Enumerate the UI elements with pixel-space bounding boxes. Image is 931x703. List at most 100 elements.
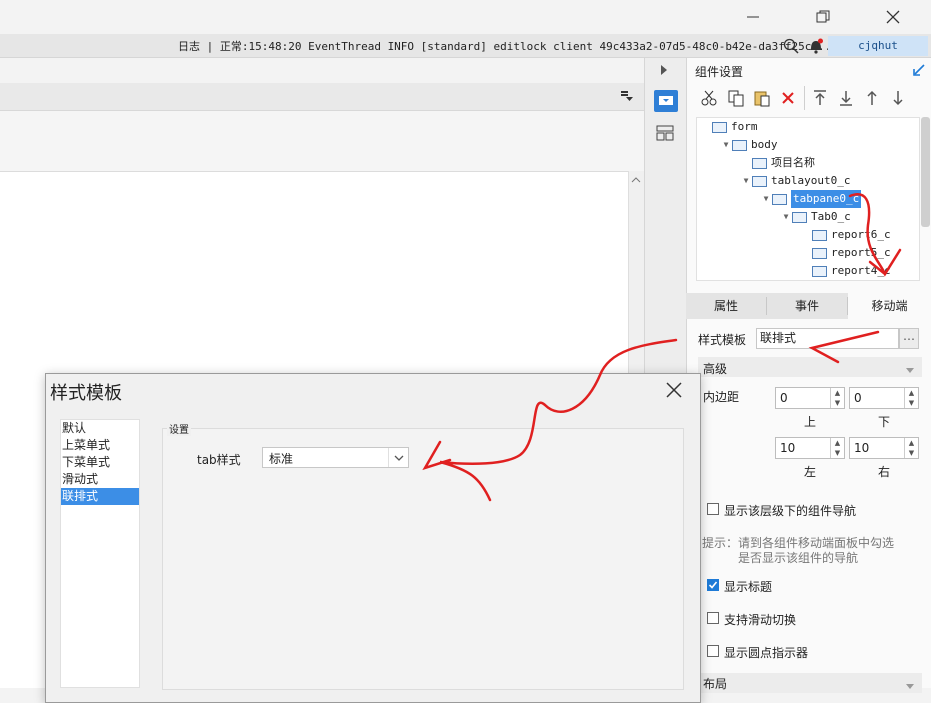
expand-arrow-icon[interactable]: ▼ bbox=[740, 172, 752, 190]
hint-prefix: 提示： bbox=[702, 536, 739, 550]
component-icon bbox=[812, 229, 827, 241]
copy-icon[interactable] bbox=[727, 89, 745, 110]
hint-line-2: 是否显示该组件的导航 bbox=[738, 551, 859, 565]
advanced-section-header[interactable] bbox=[698, 357, 922, 377]
stepper-icon[interactable]: ▲ ▼ bbox=[830, 388, 844, 408]
chevron-down-icon[interactable] bbox=[388, 448, 408, 467]
stepper-icon[interactable]: ▲ ▼ bbox=[830, 438, 844, 458]
chevron-right-icon[interactable] bbox=[658, 63, 670, 80]
close-icon[interactable] bbox=[870, 4, 916, 30]
tab-mobile[interactable]: 移动端 bbox=[848, 293, 931, 319]
tree-item-form[interactable]: form bbox=[700, 118, 918, 136]
component-icon bbox=[752, 157, 767, 169]
editor-ruler bbox=[0, 111, 644, 171]
bell-icon[interactable] bbox=[808, 37, 824, 58]
template-list-item[interactable]: 上菜单式 bbox=[61, 437, 139, 454]
style-template-label: 样式模板 bbox=[698, 333, 747, 347]
dots-label: 显示圆点指示器 bbox=[724, 646, 809, 660]
minimize-icon[interactable] bbox=[730, 4, 776, 30]
tree-item-label: report4_c bbox=[831, 264, 891, 277]
move-down-icon[interactable] bbox=[890, 89, 906, 110]
stepper-icon[interactable]: ▲ ▼ bbox=[904, 438, 918, 458]
template-list-item-selected[interactable]: 联排式 bbox=[61, 488, 139, 505]
expand-arrow-icon[interactable]: ▼ bbox=[760, 190, 772, 208]
tree-item-tabpane0c[interactable]: ▼ tabpane0_c bbox=[700, 190, 918, 208]
template-list-item[interactable]: 下菜单式 bbox=[61, 454, 139, 471]
padding-right-input[interactable]: 10 ▲ ▼ bbox=[849, 437, 919, 459]
search-icon[interactable] bbox=[783, 38, 799, 57]
tab-events[interactable]: 事件 bbox=[767, 293, 847, 319]
tree-item-label: body bbox=[751, 138, 778, 151]
show-nav-checkbox[interactable] bbox=[707, 503, 719, 515]
layout-section-header[interactable] bbox=[698, 673, 922, 693]
collapse-chevron-icon[interactable] bbox=[905, 364, 915, 378]
padding-bottom-input[interactable]: 0 ▲ ▼ bbox=[849, 387, 919, 409]
padding-left-input[interactable]: 10 ▲ ▼ bbox=[775, 437, 845, 459]
component-icon bbox=[712, 121, 727, 133]
tree-item-label: tabpane0_c bbox=[791, 190, 862, 208]
tree-item-report4c[interactable]: report4_c bbox=[700, 262, 918, 280]
component-icon bbox=[812, 247, 827, 259]
tree-item-report5c[interactable]: report5_c bbox=[700, 244, 918, 262]
padding-top-input[interactable]: 0 ▲ ▼ bbox=[775, 387, 845, 409]
tree-scrollbar[interactable] bbox=[921, 117, 930, 227]
tree-item-label: report6_c bbox=[831, 228, 891, 241]
component-icon bbox=[732, 139, 747, 151]
padding-top-value: 0 bbox=[780, 391, 788, 405]
component-settings-icon[interactable] bbox=[654, 90, 678, 112]
tree-item-label: Tab0_c bbox=[811, 210, 851, 223]
style-template-field[interactable]: 联排式 bbox=[756, 328, 899, 349]
move-bottom-icon[interactable] bbox=[838, 89, 854, 110]
settings-tabs: 属性 事件 移动端 bbox=[686, 293, 931, 319]
log-text: 日志 | 正常:15:48:20 EventThread INFO [stand… bbox=[178, 40, 832, 53]
tree-item-label: form bbox=[731, 120, 758, 133]
template-list-item[interactable]: 默认 bbox=[61, 420, 139, 437]
show-title-label: 显示标题 bbox=[724, 580, 773, 594]
move-up-icon[interactable] bbox=[864, 89, 880, 110]
tree-item-tab0c[interactable]: ▼ Tab0_c bbox=[700, 208, 918, 226]
template-list-item[interactable]: 滑动式 bbox=[61, 471, 139, 488]
editor-toolbar bbox=[0, 58, 644, 83]
expand-arrow-icon[interactable] bbox=[912, 63, 926, 80]
tree-item-report6c[interactable]: report6_c bbox=[700, 226, 918, 244]
padding-label: 内边距 bbox=[703, 390, 740, 404]
restore-icon[interactable] bbox=[800, 4, 846, 30]
tab-style-label: tab样式 bbox=[197, 453, 241, 467]
delete-icon[interactable] bbox=[780, 90, 796, 109]
tab-properties[interactable]: 属性 bbox=[686, 293, 766, 319]
layout-grid-icon[interactable] bbox=[656, 124, 674, 145]
cut-icon[interactable] bbox=[700, 89, 718, 110]
padding-right-value: 10 bbox=[854, 441, 870, 455]
tab-style-select[interactable]: 标准 bbox=[262, 447, 409, 468]
expand-arrow-icon[interactable]: ▼ bbox=[780, 208, 792, 226]
tree-items: form ▼ body 项目名称 ▼ tablayout0_c ▼ tabpane0_c ▼ Ta… bbox=[700, 118, 918, 280]
dialog-close-icon[interactable] bbox=[665, 381, 683, 402]
move-top-icon[interactable] bbox=[812, 89, 828, 110]
stepper-icon[interactable]: ▲ ▼ bbox=[904, 388, 918, 408]
layout-label: 布局 bbox=[703, 677, 728, 691]
editor-tab-strip bbox=[0, 83, 644, 111]
tab-style-value: 标准 bbox=[269, 452, 294, 466]
user-badge[interactable]: cjqhut bbox=[828, 36, 928, 56]
show-nav-label: 显示该层级下的组件导航 bbox=[724, 504, 857, 518]
settings-group-label: 设置 bbox=[167, 421, 191, 436]
component-icon bbox=[792, 211, 807, 223]
tree-item-tablayout0c[interactable]: ▼ tablayout0_c bbox=[700, 172, 918, 190]
padding-bottom-caption: 下 bbox=[878, 415, 891, 429]
swipe-checkbox[interactable] bbox=[707, 612, 719, 624]
paste-icon[interactable] bbox=[753, 89, 771, 110]
style-template-browse-button[interactable]: … bbox=[899, 328, 919, 349]
tree-item-body[interactable]: ▼ body bbox=[700, 136, 918, 154]
tree-item-[interactable]: 项目名称 bbox=[700, 154, 918, 172]
advanced-label: 高级 bbox=[703, 362, 728, 376]
dots-checkbox[interactable] bbox=[707, 645, 719, 657]
collapse-chevron-icon[interactable] bbox=[905, 680, 915, 694]
dropdown-menu-icon[interactable] bbox=[620, 89, 634, 106]
expand-arrow-icon[interactable]: ▼ bbox=[720, 136, 732, 154]
show-title-checkbox[interactable] bbox=[707, 579, 719, 591]
tree-item-label: report5_c bbox=[831, 246, 891, 259]
panel-title: 组件设置 bbox=[695, 65, 744, 79]
tree-item-label: tablayout0_c bbox=[771, 174, 851, 187]
padding-bottom-value: 0 bbox=[854, 391, 862, 405]
tree-item-label: 项目名称 bbox=[771, 156, 815, 169]
